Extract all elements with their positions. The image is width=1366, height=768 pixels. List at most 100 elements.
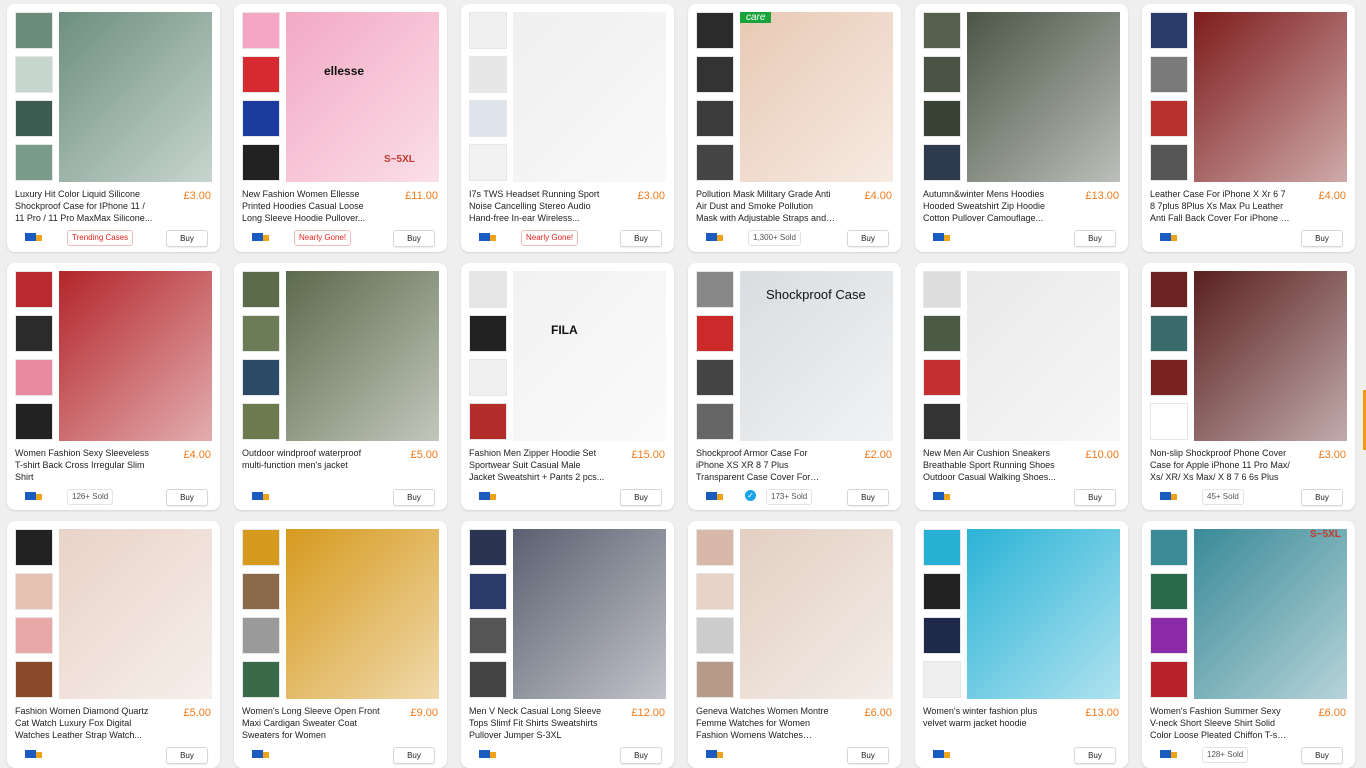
watch-product-image[interactable] [59, 529, 212, 699]
product-thumbnail[interactable] [242, 271, 280, 308]
sneaker-product-image[interactable] [967, 271, 1120, 441]
product-card[interactable]: Autumn&winter Mens Hoodies Hooded Sweats… [915, 4, 1128, 252]
product-thumbnail[interactable] [469, 56, 507, 93]
product-thumbnail[interactable] [242, 144, 280, 181]
product-thumbnail[interactable] [923, 403, 961, 440]
product-thumbnail[interactable] [1150, 315, 1188, 352]
camo-hoodie-product-image[interactable] [967, 12, 1120, 182]
product-thumbnail[interactable] [923, 573, 961, 610]
product-card[interactable]: ellesse S~5XL New Fashion Women Ellesse Pr… [234, 4, 447, 252]
product-thumbnail[interactable] [242, 529, 280, 566]
product-card[interactable]: Fashion Women Diamond Quartz Cat Watch L… [7, 521, 220, 768]
product-title[interactable]: Women's Long Sleeve Open Front Maxi Card… [242, 705, 382, 741]
product-thumbnail[interactable] [923, 315, 961, 352]
product-thumbnail[interactable] [15, 144, 53, 181]
buy-button[interactable]: Buy [847, 747, 889, 764]
product-title[interactable]: Men V Neck Casual Long Sleeve Tops Slimf… [469, 705, 609, 741]
product-thumbnail[interactable] [696, 403, 734, 440]
product-thumbnail[interactable] [469, 271, 507, 308]
product-thumbnail[interactable] [469, 403, 507, 440]
hoodie-product-image[interactable] [286, 12, 439, 182]
product-thumbnail[interactable] [15, 617, 53, 654]
product-title[interactable]: Autumn&winter Mens Hoodies Hooded Sweats… [923, 188, 1063, 224]
buy-button[interactable]: Buy [166, 230, 208, 247]
product-thumbnail[interactable] [1150, 573, 1188, 610]
buy-button[interactable]: Buy [166, 489, 208, 506]
product-thumbnail[interactable] [923, 271, 961, 308]
product-title[interactable]: Women's Fashion Summer Sexy V-neck Short… [1150, 705, 1290, 741]
product-thumbnail[interactable] [469, 529, 507, 566]
product-title[interactable]: Shockproof Armor Case For iPhone XS XR 8… [696, 447, 836, 483]
product-thumbnail[interactable] [696, 144, 734, 181]
product-thumbnail[interactable] [1150, 403, 1188, 440]
mask-product-image[interactable] [740, 12, 893, 182]
phone-case-product-image[interactable] [1194, 271, 1347, 441]
product-thumbnail[interactable] [15, 573, 53, 610]
tracksuit-product-image[interactable] [513, 271, 666, 441]
product-thumbnail[interactable] [242, 617, 280, 654]
product-card[interactable]: Women's winter fashion plus velvet warm … [915, 521, 1128, 768]
sweater-product-image[interactable] [513, 529, 666, 699]
buy-button[interactable]: Buy [620, 489, 662, 506]
product-thumbnail[interactable] [1150, 12, 1188, 49]
product-thumbnail[interactable] [1150, 661, 1188, 698]
top-product-image[interactable] [59, 271, 212, 441]
product-thumbnail[interactable] [1150, 144, 1188, 181]
product-thumbnail[interactable] [696, 529, 734, 566]
product-title[interactable]: Fashion Women Diamond Quartz Cat Watch L… [15, 705, 155, 741]
buy-button[interactable]: Buy [847, 230, 889, 247]
product-card[interactable]: S~5XL Women's Fashion Summer Sexy V-neck … [1142, 521, 1355, 768]
product-thumbnail[interactable] [696, 661, 734, 698]
product-card[interactable]: New Men Air Cushion Sneakers Breathable … [915, 263, 1128, 510]
product-thumbnail[interactable] [242, 661, 280, 698]
product-thumbnail[interactable] [923, 12, 961, 49]
product-thumbnail[interactable] [696, 12, 734, 49]
product-thumbnail[interactable] [923, 529, 961, 566]
product-thumbnail[interactable] [923, 617, 961, 654]
product-thumbnail[interactable] [469, 144, 507, 181]
product-card[interactable]: Men V Neck Casual Long Sleeve Tops Slimf… [461, 521, 674, 768]
product-thumbnail[interactable] [1150, 100, 1188, 137]
product-thumbnail[interactable] [1150, 617, 1188, 654]
buy-button[interactable]: Buy [393, 230, 435, 247]
buy-button[interactable]: Buy [1074, 747, 1116, 764]
product-thumbnail[interactable] [15, 359, 53, 396]
buy-button[interactable]: Buy [393, 747, 435, 764]
product-thumbnail[interactable] [242, 315, 280, 352]
product-thumbnail[interactable] [469, 359, 507, 396]
watch-product-image[interactable] [740, 529, 893, 699]
product-thumbnail[interactable] [242, 56, 280, 93]
buy-button[interactable]: Buy [620, 747, 662, 764]
product-card[interactable]: I7s TWS Headset Running Sport Noise Canc… [461, 4, 674, 252]
product-card[interactable]: Women Fashion Sexy Sleeveless T-shirt Ba… [7, 263, 220, 510]
product-title[interactable]: Outdoor windproof waterproof multi-funct… [242, 447, 382, 471]
product-thumbnail[interactable] [15, 315, 53, 352]
product-title[interactable]: Leather Case For iPhone X Xr 6 7 8 7plus… [1150, 188, 1290, 224]
product-thumbnail[interactable] [923, 100, 961, 137]
product-title[interactable]: New Fashion Women Ellesse Printed Hoodie… [242, 188, 382, 224]
product-thumbnail[interactable] [1150, 271, 1188, 308]
product-title[interactable]: Non-slip Shockproof Phone Cover Case for… [1150, 447, 1290, 483]
product-card[interactable]: Luxury Hit Color Liquid Silicone Shockpr… [7, 4, 220, 252]
product-thumbnail[interactable] [696, 359, 734, 396]
product-thumbnail[interactable] [1150, 359, 1188, 396]
earbuds-product-image[interactable] [513, 12, 666, 182]
product-thumbnail[interactable] [696, 573, 734, 610]
leather-case-product-image[interactable] [1194, 12, 1347, 182]
product-thumbnail[interactable] [696, 56, 734, 93]
product-thumbnail[interactable] [1150, 56, 1188, 93]
buy-button[interactable]: Buy [847, 489, 889, 506]
product-thumbnail[interactable] [469, 573, 507, 610]
product-thumbnail[interactable] [15, 661, 53, 698]
product-thumbnail[interactable] [15, 529, 53, 566]
product-card[interactable]: FILA Fashion Men Zipper Hoodie Set Sportw… [461, 263, 674, 510]
product-thumbnail[interactable] [469, 12, 507, 49]
product-thumbnail[interactable] [696, 100, 734, 137]
buy-button[interactable]: Buy [1074, 230, 1116, 247]
product-thumbnail[interactable] [696, 617, 734, 654]
product-title[interactable]: New Men Air Cushion Sneakers Breathable … [923, 447, 1063, 483]
product-thumbnail[interactable] [696, 271, 734, 308]
product-card[interactable]: Shockproof Case Shockproof Armor Case For… [688, 263, 901, 510]
product-title[interactable]: Geneva Watches Women Montre Femme Watche… [696, 705, 836, 741]
product-thumbnail[interactable] [15, 403, 53, 440]
